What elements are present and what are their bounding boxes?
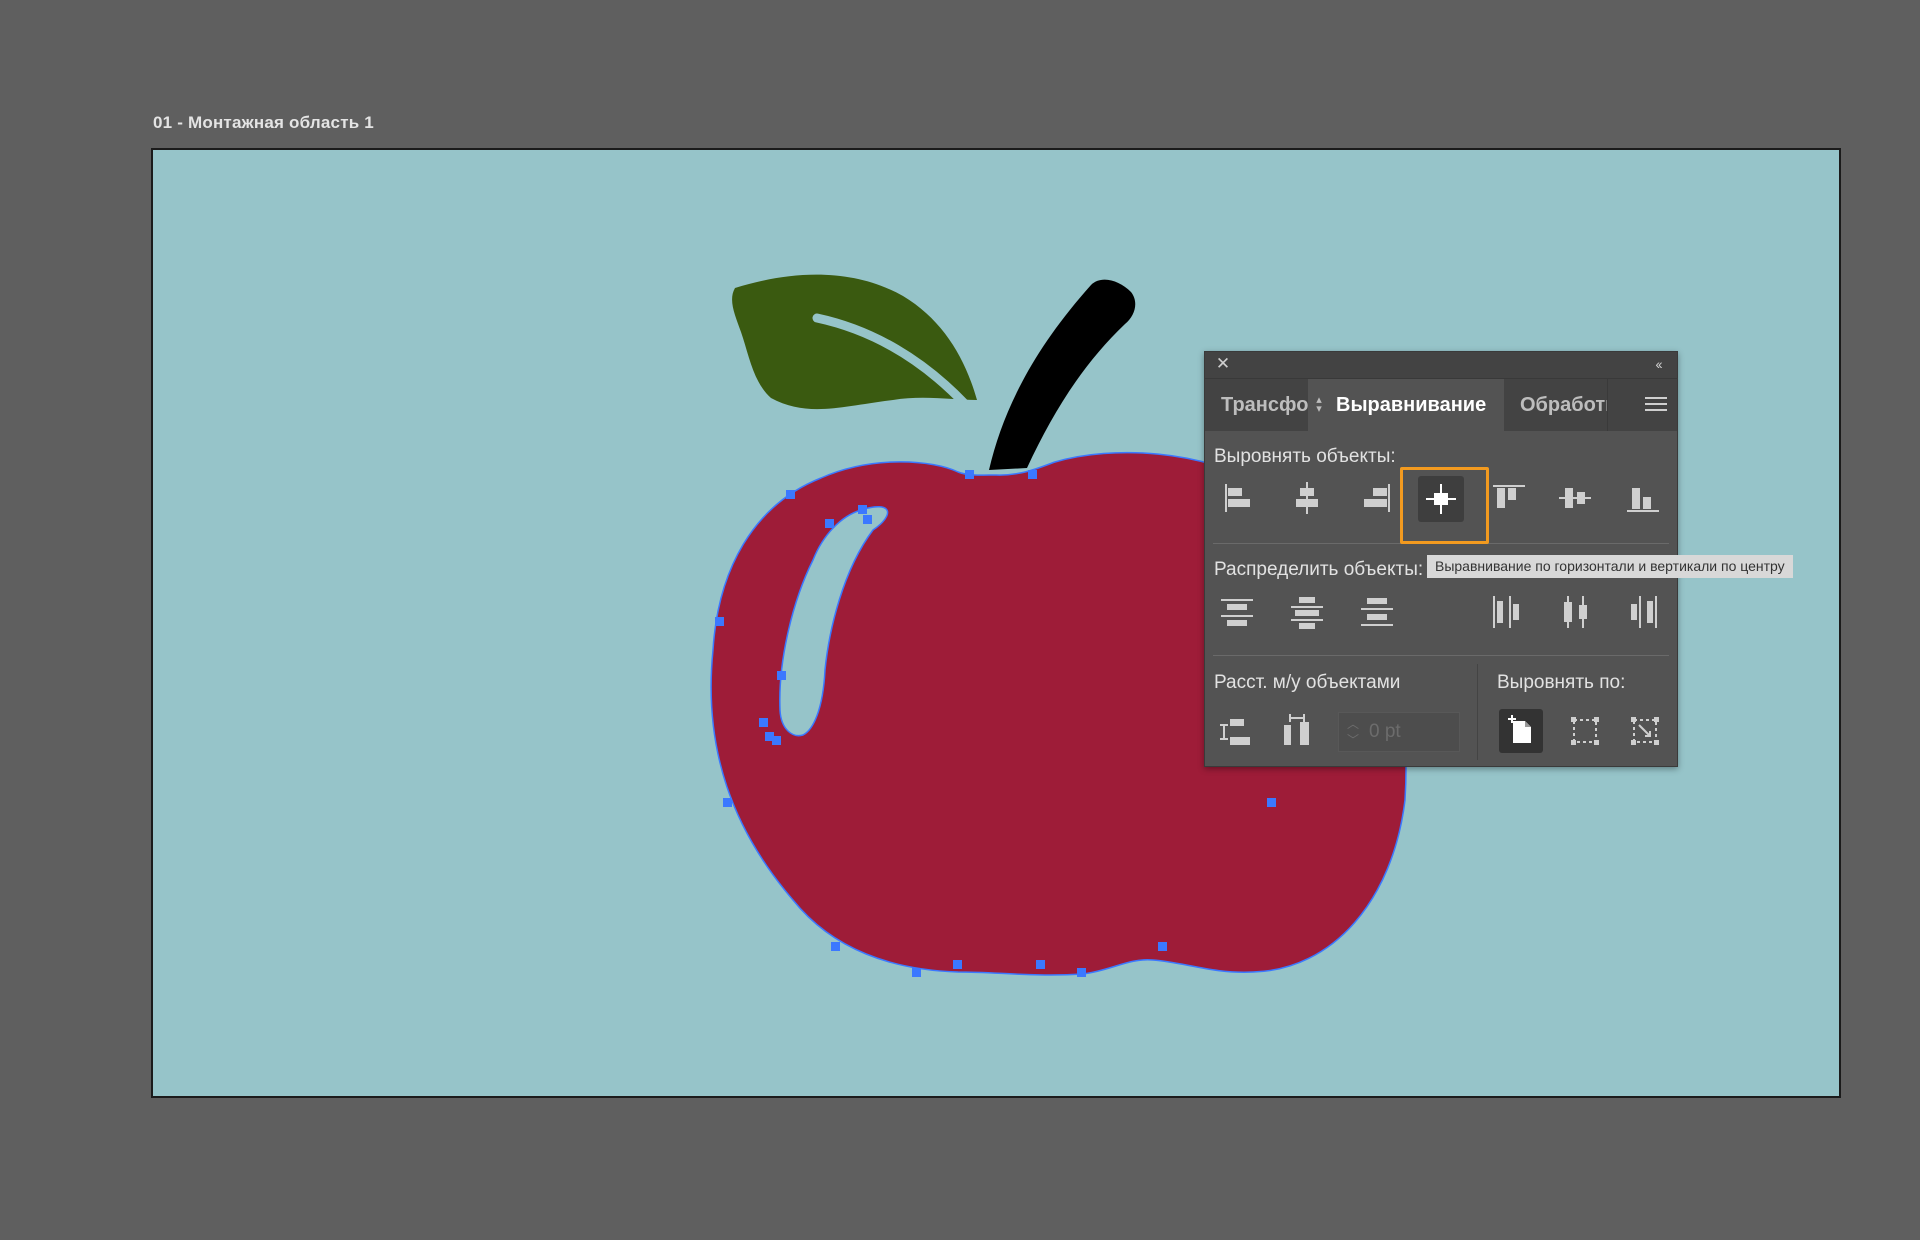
distribute-right-icon[interactable] [1621,590,1665,634]
close-icon[interactable]: ✕ [1213,354,1233,374]
double-chevron-left-icon[interactable]: ‹‹ [1647,354,1669,374]
align-horizontal-center-icon[interactable] [1285,476,1329,520]
leaf-shape [732,274,977,410]
distribute-bottom-icon[interactable] [1355,590,1399,634]
section-divider [1213,655,1669,656]
tab-align-label: Выравнивание [1336,394,1487,416]
tab-transform[interactable]: Трансформирование [1205,379,1308,431]
distribute-top-icon[interactable] [1215,590,1259,634]
panel-tabs: Трансформирование Выравнивание ▴▾ Обрабо… [1205,379,1677,431]
horizontal-distribute-space-icon[interactable] [1275,710,1319,754]
vertical-distribute-space-icon[interactable] [1215,710,1259,754]
align-to-artboard-icon[interactable] [1499,709,1543,753]
distribute-spacing-title: Расст. м/у объектами [1214,672,1401,693]
stepper-arrows-icon[interactable]: ︿ ﹀ [1342,716,1364,748]
align-left-icon[interactable] [1215,476,1259,520]
align-vertical-center-icon[interactable] [1553,476,1597,520]
align-to-selection-icon[interactable] [1563,709,1607,753]
button-highlight-frame [1400,467,1489,544]
distribute-vertical-center-icon[interactable] [1285,590,1329,634]
panel-titlebar[interactable]: ✕ ‹‹ [1205,352,1677,379]
section-vertical-divider [1477,664,1478,760]
distribute-objects-title: Распределить объекты: [1214,559,1424,580]
align-objects-title: Выровнять объекты: [1214,446,1396,467]
align-bottom-icon[interactable] [1621,476,1665,520]
tooltip: Выравнивание по горизонтали и вертикали … [1427,555,1793,578]
tab-reorder-arrows-icon: ▴ ▾ [1316,394,1322,415]
artboard-label: 01 - Монтажная область 1 [153,113,374,132]
distribute-horizontal-center-icon[interactable] [1553,590,1597,634]
align-to-title: Выровнять по: [1497,672,1626,693]
spacing-value-field[interactable]: ︿ ﹀ [1338,712,1460,752]
align-top-icon[interactable] [1487,476,1531,520]
hamburger-menu-icon[interactable] [1643,393,1669,415]
align-right-icon[interactable] [1355,476,1399,520]
align-to-key-object-icon[interactable] [1623,709,1667,753]
stem-shape [989,279,1136,470]
spacing-input[interactable] [1369,713,1457,751]
tab-align[interactable]: Выравнивание [1308,379,1504,431]
tab-pathfinder[interactable]: Обработка контуров [1504,379,1608,431]
distribute-left-icon[interactable] [1485,590,1529,634]
